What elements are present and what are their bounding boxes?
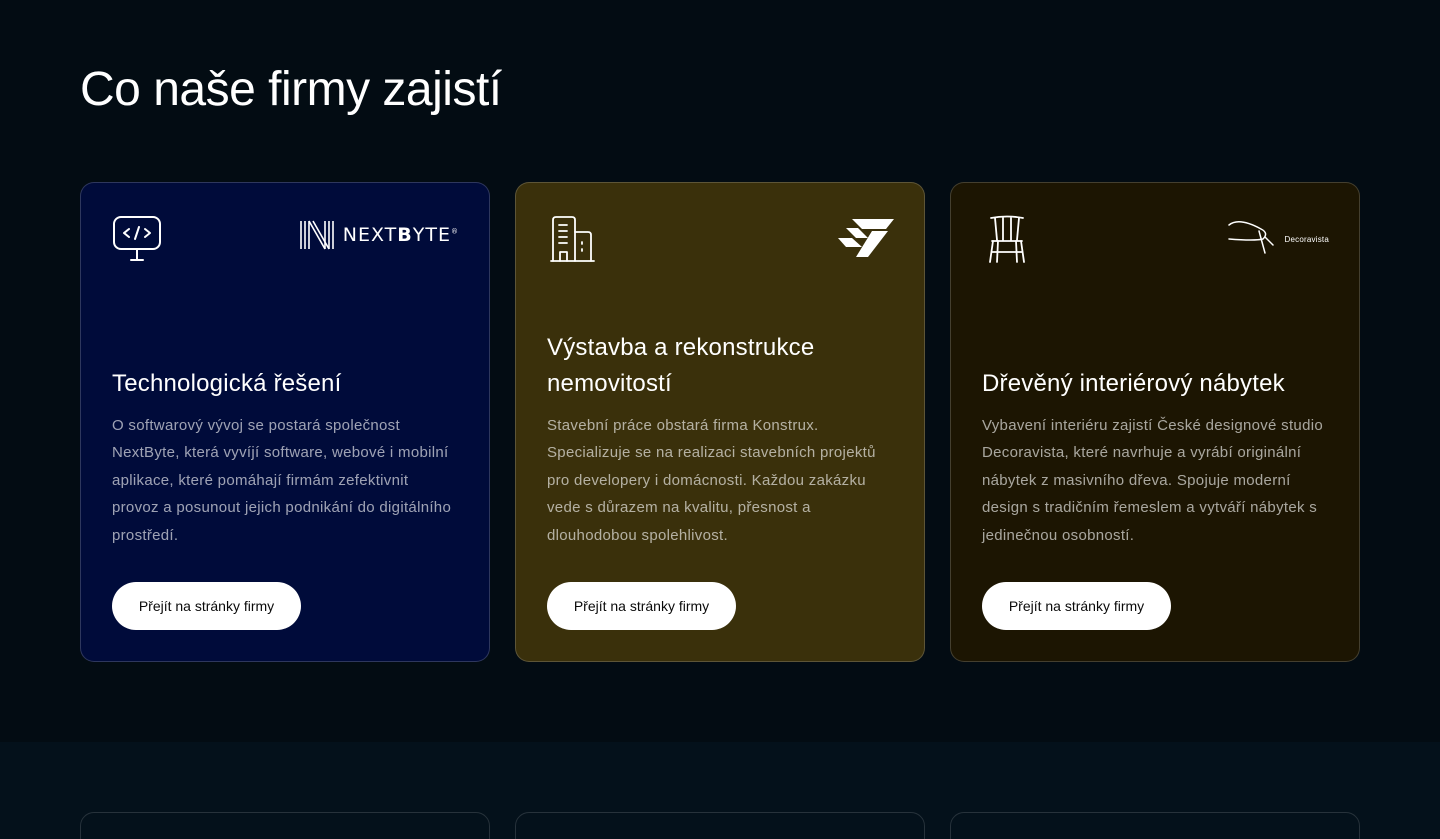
card-content: Dřevěný interiérový nábytek Vybavení int… <box>982 366 1329 549</box>
decoravista-logo[interactable]: Decoravista <box>1225 219 1329 259</box>
card-content: Výstavba a rekonstrukce nemovitostí Stav… <box>547 330 894 549</box>
card-title: Výstavba a rekonstrukce nemovitostí <box>547 333 815 397</box>
decoravista-mark-icon <box>1227 221 1274 254</box>
card-title: Dřevěný interiérový nábytek <box>982 369 1285 397</box>
section-title: Co naše firmy zajistí <box>80 63 502 116</box>
next-section-card <box>950 812 1360 839</box>
card-content: Technologická řešení O softwarový vývoj … <box>112 366 459 549</box>
card-construction: Výstavba a rekonstrukce nemovitostí Stav… <box>515 182 925 662</box>
konstrux-logo[interactable] <box>838 219 894 257</box>
next-section-card <box>80 812 490 839</box>
card-description: Stavební práce obstará firma Konstrux. S… <box>547 416 876 544</box>
chair-icon <box>982 214 1032 264</box>
visit-company-button[interactable]: Přejít na stránky firmy <box>112 582 301 630</box>
card-furniture: Decoravista Dřevěný interiérový nábytek … <box>950 182 1360 662</box>
nextbyte-wordmark: NEXTBYTE® <box>342 224 459 246</box>
visit-company-button[interactable]: Přejít na stránky firmy <box>982 582 1171 630</box>
nextbyte-logo[interactable]: NEXTBYTE® <box>299 219 459 251</box>
nextbyte-mark-icon <box>299 220 334 250</box>
visit-company-button[interactable]: Přejít na stránky firmy <box>547 582 736 630</box>
monitor-code-icon <box>112 214 162 264</box>
konstrux-mark-icon <box>838 219 894 257</box>
card-technology: NEXTBYTE® Technologická řešení O softwar… <box>80 182 490 662</box>
next-section-card <box>515 812 925 839</box>
card-description: Vybavení interiéru zajistí České designo… <box>982 416 1323 544</box>
card-title: Technologická řešení <box>112 369 342 397</box>
buildings-icon <box>547 214 597 264</box>
decoravista-wordmark: Decoravista <box>1284 234 1329 244</box>
card-description: O softwarový vývoj se postará společnost… <box>112 416 452 544</box>
